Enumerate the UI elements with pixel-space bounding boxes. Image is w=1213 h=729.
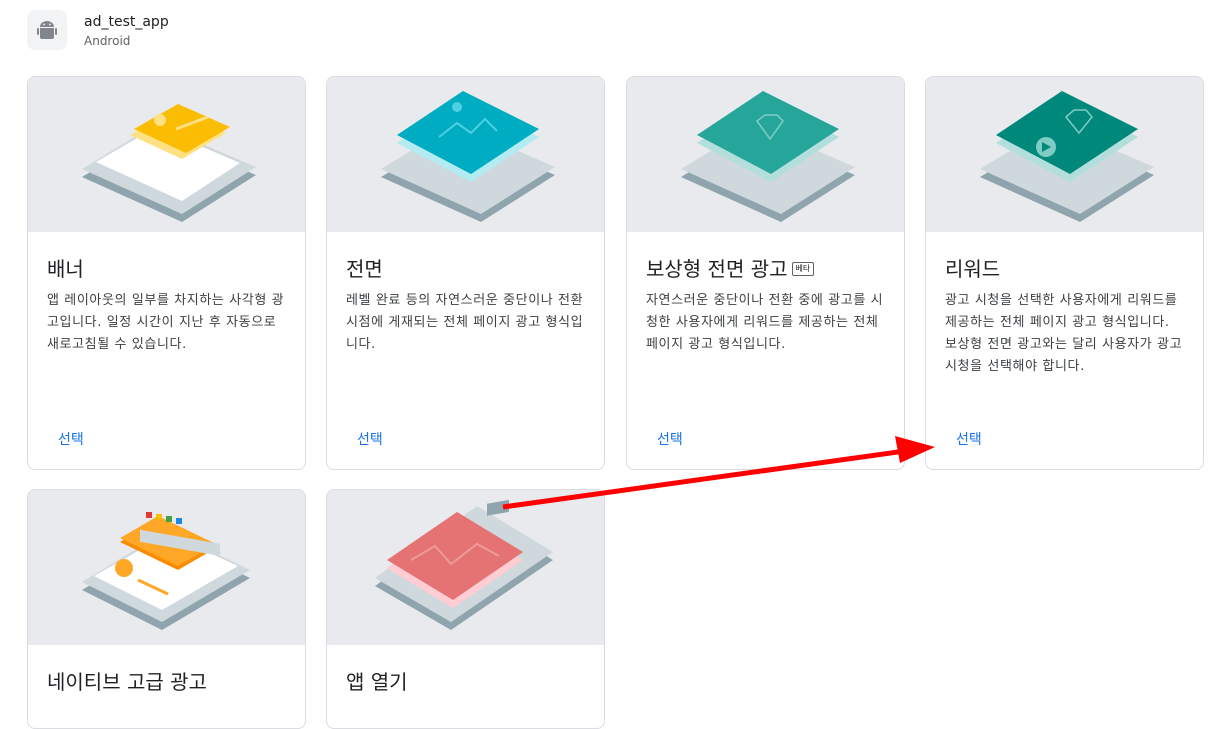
card-title: 리워드 — [945, 257, 1001, 281]
app-name: ad_test_app — [84, 13, 169, 30]
card-description: 광고 시청을 선택한 사용자에게 리워드를 제공하는 전체 페이지 광고 형식입… — [945, 293, 1183, 374]
card-title: 앱 열기 — [346, 670, 408, 694]
card-title: 배너 — [47, 257, 84, 281]
app-open-illustration — [327, 490, 604, 645]
card-description: 앱 레이아웃의 일부를 차지하는 사각형 광고입니다. 일정 시간이 지난 후 … — [47, 293, 285, 352]
card-title: 네이티브 고급 광고 — [47, 670, 207, 694]
card-description: 레벨 완료 등의 자연스러운 중단이나 전환 시점에 게재되는 전체 페이지 광… — [346, 293, 584, 352]
card-description: 자연스러운 중단이나 전환 중에 광고를 시청한 사용자에게 리워드를 제공하는… — [646, 293, 884, 352]
card-title: 전면 — [346, 257, 383, 281]
app-header: ad_test_app Android — [27, 10, 169, 50]
interstitial-illustration — [327, 77, 604, 232]
select-link[interactable]: 선택 — [357, 429, 383, 449]
select-link[interactable]: 선택 — [657, 429, 683, 449]
banner-illustration — [28, 77, 305, 232]
card-rewarded[interactable]: 리워드 광고 시청을 선택한 사용자에게 리워드를 제공하는 전체 페이지 광고… — [925, 76, 1204, 470]
native-illustration — [28, 490, 305, 645]
android-icon — [27, 10, 67, 50]
card-title: 보상형 전면 광고 베타 — [646, 255, 815, 283]
card-rewarded-interstitial[interactable]: 보상형 전면 광고 베타 자연스러운 중단이나 전환 중에 광고를 시청한 사용자… — [626, 76, 905, 470]
card-banner[interactable]: 배너 앱 레이아웃의 일부를 차지하는 사각형 광고입니다. 일정 시간이 지난… — [27, 76, 306, 470]
app-platform: Android — [84, 33, 131, 48]
card-interstitial[interactable]: 전면 레벨 완료 등의 자연스러운 중단이나 전환 시점에 게재되는 전체 페이… — [326, 76, 605, 470]
select-link[interactable]: 선택 — [58, 429, 84, 449]
card-native[interactable]: 네이티브 고급 광고 — [27, 489, 306, 729]
card-app-open[interactable]: 앱 열기 — [326, 489, 605, 729]
select-link[interactable]: 선택 — [956, 429, 982, 449]
beta-badge: 베타 — [791, 262, 815, 276]
rewarded-interstitial-illustration — [627, 77, 904, 232]
rewarded-illustration — [926, 77, 1203, 232]
